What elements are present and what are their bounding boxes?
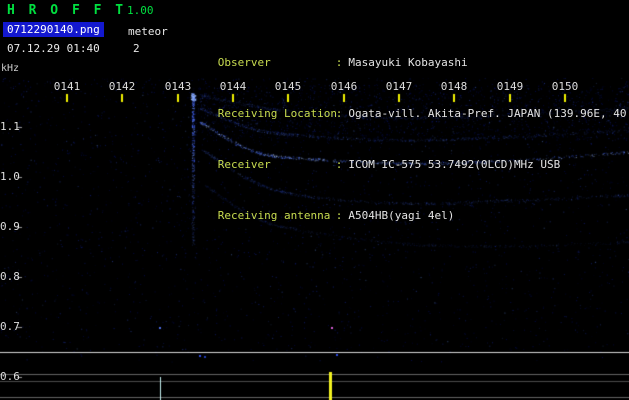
info-colon: : xyxy=(335,209,343,222)
x-tick-label: 0148 xyxy=(440,80,468,93)
info-colon: : xyxy=(335,107,343,120)
info-colon: : xyxy=(335,56,343,69)
info-row-receiver: Receiver: ICOM IC-575 53.7492(0LCD)MHz US… xyxy=(178,145,629,171)
info-label: Receiver xyxy=(217,158,271,171)
x-tick-label: 0144 xyxy=(219,80,247,93)
info-value: Masayuki Kobayashi xyxy=(348,56,468,69)
info-row-observer: Observer: Masayuki Kobayashi xyxy=(178,43,629,69)
info-label: Observer xyxy=(217,56,271,69)
station-info: Observer: Masayuki Kobayashi Receiving Lo… xyxy=(178,5,629,247)
info-label: Receiving Location xyxy=(217,107,337,120)
y-axis-unit-label: kHz xyxy=(1,63,20,74)
info-row-antenna: Receiving antenna: A504HB(yagi 4el) xyxy=(178,196,629,222)
x-tick-label: 0142 xyxy=(108,80,136,93)
x-tick-label: 0149 xyxy=(496,80,524,93)
x-tick-label: 0150 xyxy=(551,80,579,93)
info-colon: : xyxy=(335,158,343,171)
x-tick-label: 0147 xyxy=(385,80,413,93)
y-tick-label: 0.8 xyxy=(0,270,20,283)
hrofft-output: H R O F F T 1.00 0712290140.png meteor 0… xyxy=(0,0,629,400)
y-tick-label: 0.6 xyxy=(0,370,20,383)
meteor-count: 2 xyxy=(133,42,140,55)
info-value: ICOM IC-575 53.7492(0LCD)MHz USB xyxy=(348,158,561,171)
timestamp: 07.12.29 01:40 xyxy=(7,42,100,55)
app-title: H R O F F T xyxy=(7,3,127,18)
filename-badge: 0712290140.png xyxy=(3,22,104,37)
y-tick-label: 0.9 xyxy=(0,220,20,233)
info-value: Ogata-vill. Akita-Pref. JAPAN (139.96E, … xyxy=(348,107,629,120)
x-tick-label: 0146 xyxy=(330,80,358,93)
y-tick-label: 1.0 xyxy=(0,170,20,183)
x-tick-label: 0141 xyxy=(53,80,81,93)
y-tick-label: 0.7 xyxy=(0,320,20,333)
app-version: 1.00 xyxy=(127,4,154,17)
mode-label: meteor xyxy=(128,25,168,38)
y-tick-label: 1.1 xyxy=(0,120,20,133)
x-tick-label: 0145 xyxy=(274,80,302,93)
info-value: A504HB(yagi 4el) xyxy=(348,209,455,222)
info-label: Receiving antenna xyxy=(217,209,331,222)
info-row-location: Receiving Location: Ogata-vill. Akita-Pre… xyxy=(178,94,629,120)
x-tick-label: 0143 xyxy=(164,80,192,93)
